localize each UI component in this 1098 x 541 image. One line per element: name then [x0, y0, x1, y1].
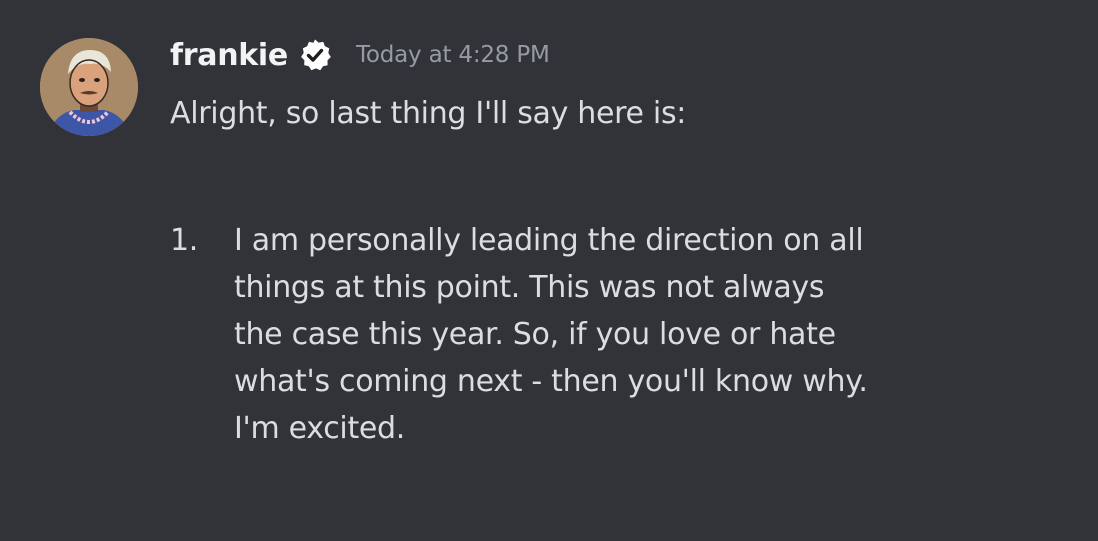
message-header: frankie Today at 4:28 PM [170, 30, 550, 80]
list-item-line: I am personally leading the direction on… [234, 223, 864, 258]
chat-message: frankie Today at 4:28 PM Alright, so las… [0, 0, 1098, 541]
list-item-line: what's coming next - then you'll know wh… [234, 364, 868, 399]
list-item: 1. I am personally leading the direction… [170, 217, 1070, 452]
message-numbered-list: 1. I am personally leading the direction… [170, 217, 1070, 452]
list-item-line: the case this year. So, if you love or h… [234, 317, 836, 352]
message-timestamp[interactable]: Today at 4:28 PM [356, 42, 550, 68]
message-intro-text: Alright, so last thing I'll say here is: [170, 96, 687, 131]
verified-check-badge-icon [298, 38, 332, 72]
list-item-line: things at this point. This was not alway… [234, 270, 825, 305]
user-avatar[interactable] [40, 38, 138, 136]
list-item-number: 1. [170, 223, 199, 258]
list-item-line: I'm excited. [234, 411, 406, 446]
list-item-text: I am personally leading the direction on… [234, 217, 1098, 452]
username[interactable]: frankie [170, 38, 288, 73]
message-content: Alright, so last thing I'll say here is:… [170, 90, 1070, 446]
avatar-portrait-icon [40, 38, 138, 136]
